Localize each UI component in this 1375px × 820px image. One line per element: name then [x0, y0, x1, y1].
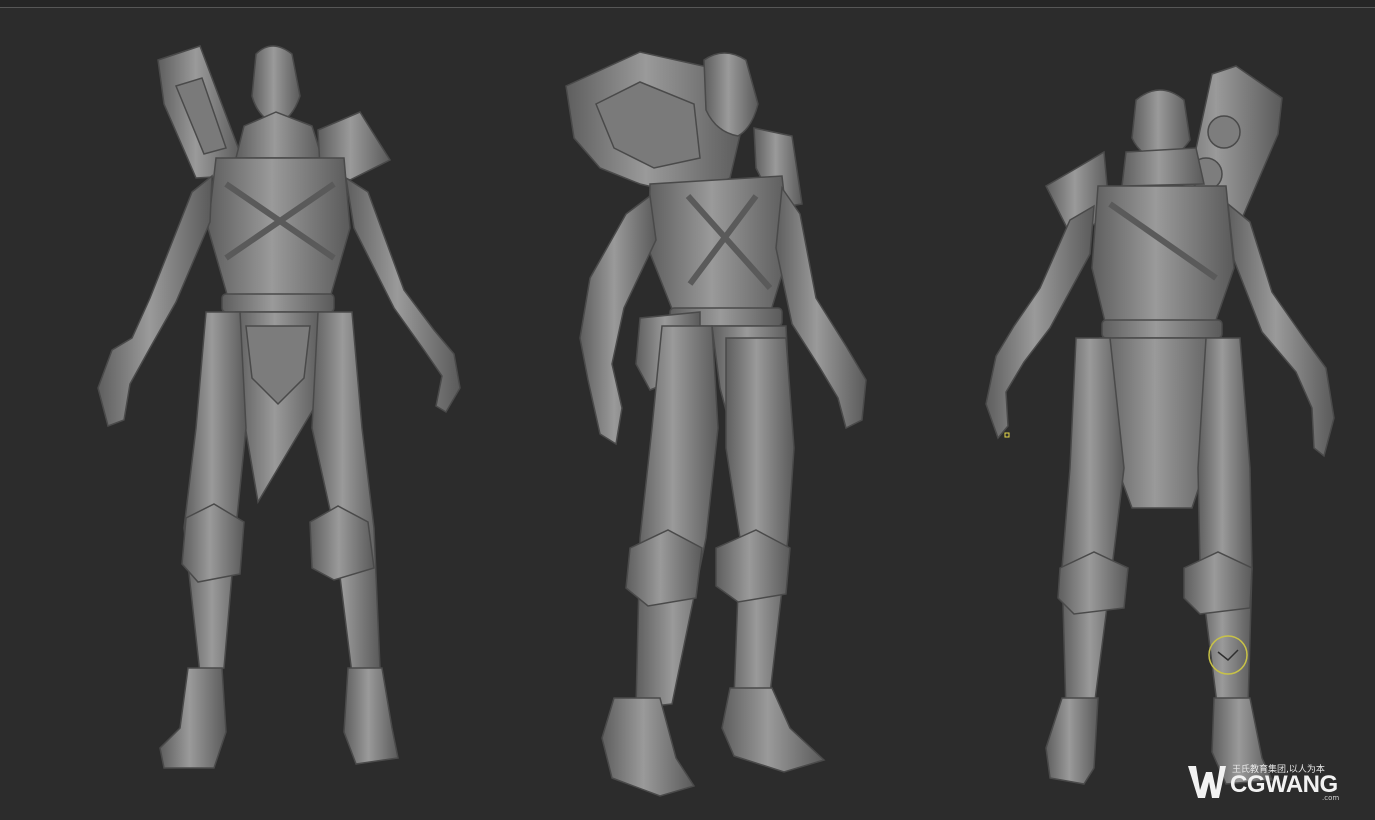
viewport-canvas[interactable]: [0, 8, 1375, 820]
watermark-domain: .com: [1322, 794, 1340, 802]
arm-right: [344, 176, 461, 414]
sculpt-viewport[interactable]: [0, 8, 1375, 820]
wcgwang-logo-icon: [1188, 766, 1226, 798]
foot-left: [159, 667, 227, 769]
torso: [207, 157, 351, 299]
belt: [221, 293, 335, 313]
leg-right: [725, 337, 795, 699]
leg-left: [183, 311, 247, 675]
character-front-view[interactable]: [97, 45, 461, 769]
collar: [235, 111, 324, 159]
leg-right: [1197, 337, 1253, 713]
shield-disc: [1207, 115, 1241, 149]
collar: [1121, 147, 1205, 187]
arm-left: [97, 174, 213, 427]
foot-left: [601, 697, 696, 797]
belt: [1101, 319, 1223, 339]
foot-right: [721, 687, 826, 773]
knee-guard-left: [625, 529, 703, 607]
leg-left: [1061, 337, 1125, 713]
knee-guard-left: [181, 503, 245, 583]
viewport-top-border: [0, 0, 1375, 8]
foot-left: [1045, 697, 1099, 785]
pivot-marker-icon[interactable]: [1004, 432, 1010, 438]
leg-right: [311, 311, 381, 675]
watermark-cgwang: 王氏教育集团,以人为本 CGWANG .com: [1186, 760, 1346, 804]
character-three-quarter-view[interactable]: [565, 51, 867, 797]
character-back-view[interactable]: [985, 65, 1335, 785]
foot-right: [343, 667, 399, 765]
